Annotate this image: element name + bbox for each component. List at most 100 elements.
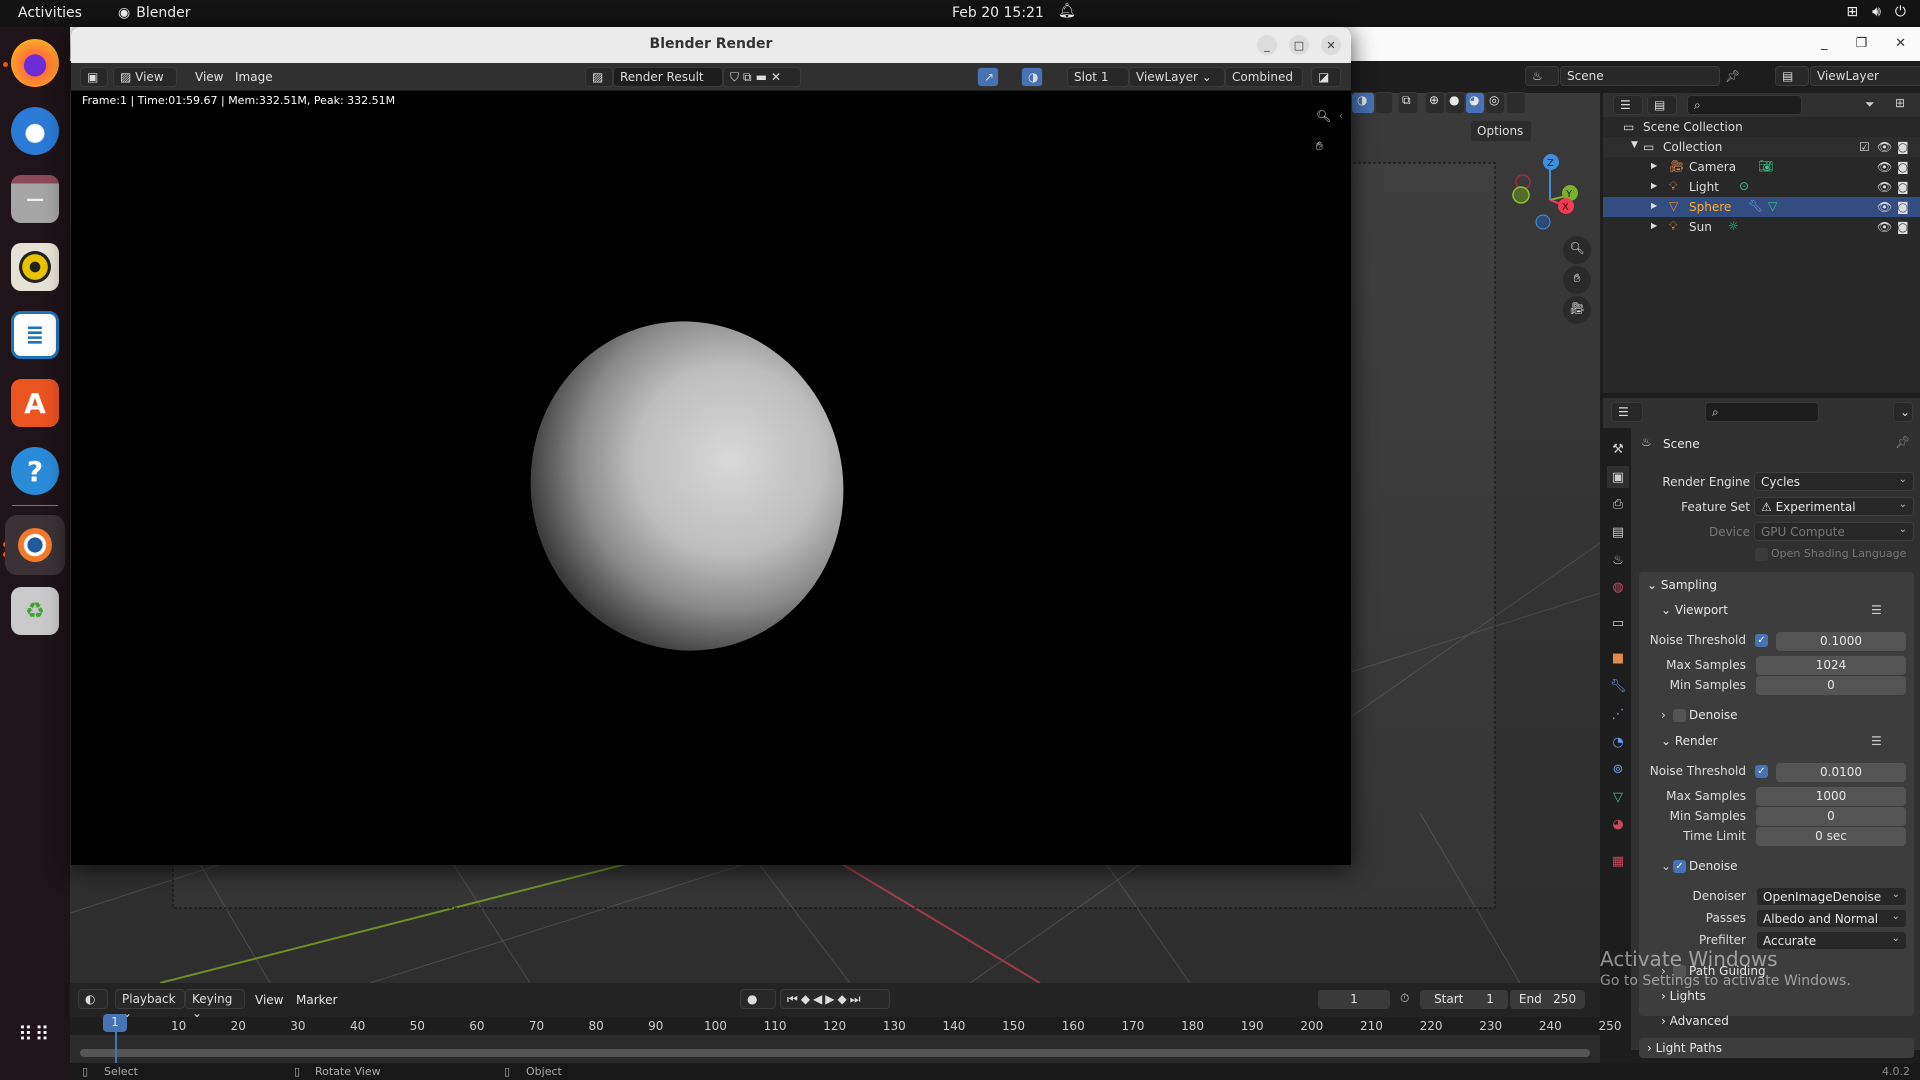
- visibility-eye-icon[interactable]: 👁︎: [1877, 140, 1892, 154]
- tab-collection[interactable]: ▭: [1607, 612, 1629, 634]
- tab-world[interactable]: ◍: [1607, 576, 1629, 598]
- playback-controls[interactable]: ⏮◆◀▶◆⏭: [780, 989, 890, 1009]
- tab-constraints[interactable]: ⊚: [1607, 758, 1629, 780]
- show-apps-button[interactable]: ⠿⠿: [18, 1024, 54, 1044]
- slot-dropdown[interactable]: Slot 1 ⌄: [1067, 67, 1129, 98]
- passes-dropdown[interactable]: Albedo and Normal ⌄: [1756, 909, 1907, 928]
- image-actions[interactable]: ⛉⧉▬✕: [723, 67, 801, 87]
- visibility-eye-icon[interactable]: 👁︎: [1877, 200, 1892, 214]
- shading-material[interactable]: ◕: [1465, 92, 1485, 114]
- filter-icon[interactable]: ⏷: [1865, 97, 1875, 112]
- minimize-button[interactable]: _: [1821, 36, 1828, 51]
- tab-texture[interactable]: ▦: [1607, 850, 1629, 872]
- chevron-right-icon[interactable]: ›: [1661, 708, 1666, 722]
- viewport-min-samples-field[interactable]: 0: [1756, 676, 1906, 695]
- sidebar-toggle-icon[interactable]: ‹: [1339, 111, 1343, 122]
- tab-data[interactable]: ▽: [1607, 786, 1629, 808]
- current-frame-field[interactable]: 1: [1318, 990, 1390, 1009]
- dock-blender[interactable]: [5, 515, 65, 575]
- light-paths-header[interactable]: › Light Paths: [1647, 1041, 1722, 1055]
- activities-button[interactable]: Activities: [18, 5, 82, 21]
- render-subpanel-header[interactable]: ⌄ Render: [1661, 734, 1718, 748]
- viewport-max-samples-field[interactable]: 1024: [1756, 656, 1906, 675]
- dock-writer[interactable]: ≣: [11, 311, 59, 359]
- shading-dropdown[interactable]: [1506, 92, 1526, 114]
- tab-object[interactable]: ■: [1607, 647, 1629, 669]
- image-name-field[interactable]: Render Result: [613, 67, 723, 87]
- marker-menu[interactable]: Marker: [296, 993, 337, 1007]
- pin-icon[interactable]: 📌︎: [1895, 435, 1910, 449]
- dock-rhythmbox[interactable]: [11, 243, 59, 291]
- tab-scene[interactable]: ♨: [1607, 549, 1629, 571]
- dock-app-center[interactable]: A: [11, 379, 59, 427]
- start-frame-field[interactable]: Start 1: [1420, 990, 1508, 1009]
- modifier-wrench-icon[interactable]: 🔧︎: [1748, 199, 1763, 213]
- render-camera-icon[interactable]: ◙: [1897, 200, 1909, 214]
- tab-physics[interactable]: ◔: [1607, 731, 1629, 753]
- render-canvas[interactable]: Frame:1 | Time:01:59.67 | Mem:332.51M, P…: [71, 91, 1351, 865]
- browse-image-button[interactable]: ▨: [585, 67, 613, 87]
- scene-name-field[interactable]: Scene: [1560, 66, 1720, 86]
- shading-wireframe[interactable]: ⊕: [1425, 92, 1445, 114]
- xray-toggle[interactable]: ⧉: [1398, 92, 1418, 114]
- pin-icon[interactable]: 📌︎: [1725, 69, 1740, 83]
- gizmo-toggle[interactable]: ↗: [977, 67, 999, 87]
- playhead[interactable]: 1: [103, 1014, 127, 1032]
- pan-button[interactable]: ✋︎: [1563, 266, 1591, 294]
- outliner-collection[interactable]: ▼ ▭ Collection ☑ 👁︎ ◙: [1603, 137, 1920, 157]
- render-camera-icon[interactable]: ◙: [1897, 220, 1909, 234]
- outliner-search-input[interactable]: ⌕: [1687, 95, 1802, 115]
- tab-output[interactable]: ⎙: [1607, 493, 1629, 515]
- render-camera-icon[interactable]: ◙: [1897, 180, 1909, 194]
- editor-type-button[interactable]: ☰: [1611, 402, 1643, 422]
- tab-tool[interactable]: ⚒: [1607, 438, 1629, 460]
- image-menu[interactable]: Image: [235, 70, 273, 84]
- editor-type-button[interactable]: ◐: [78, 989, 108, 1009]
- viewlayer-selector-button[interactable]: ▤: [1775, 66, 1809, 86]
- zoom-button[interactable]: 🔍︎: [1563, 236, 1591, 264]
- zoom-icon[interactable]: 🔍︎: [1316, 109, 1331, 123]
- mesh-data-icon[interactable]: ▽: [1768, 199, 1777, 213]
- outliner-item-camera[interactable]: ▶ 🎥︎ Camera 📷︎ 👁︎ ◙: [1603, 157, 1920, 177]
- outliner-scene-collection[interactable]: ▭ Scene Collection: [1603, 117, 1920, 137]
- dock-files[interactable]: —: [11, 175, 59, 223]
- playback-menu[interactable]: Playback ⌄: [115, 989, 185, 1020]
- render-camera-icon[interactable]: ◙: [1897, 140, 1909, 154]
- osl-checkbox[interactable]: [1755, 548, 1768, 561]
- properties-search-input[interactable]: ⌕: [1705, 402, 1819, 422]
- viewport-noise-threshold-checkbox[interactable]: ✓: [1755, 634, 1768, 647]
- device-dropdown[interactable]: GPU Compute ⌄: [1754, 522, 1914, 541]
- close-button[interactable]: ✕: [1895, 36, 1906, 51]
- tab-view-layer[interactable]: ▤: [1607, 521, 1629, 543]
- stopwatch-icon[interactable]: ⏱: [1400, 991, 1409, 1006]
- viewport-denoise-checkbox[interactable]: [1673, 709, 1686, 722]
- minimize-button[interactable]: _: [1257, 35, 1277, 55]
- auto-keying-button[interactable]: ●: [740, 989, 776, 1009]
- view-layer-dropdown[interactable]: ViewLayer ⌄: [1129, 67, 1225, 87]
- render-camera-icon[interactable]: ◙: [1897, 160, 1909, 174]
- editor-type-button[interactable]: ▣: [80, 67, 108, 87]
- options-dropdown[interactable]: ⌄: [1893, 402, 1913, 422]
- camera-data-icon[interactable]: 📷︎: [1758, 159, 1773, 173]
- outliner-item-sun[interactable]: ▶ 💡︎ Sun ☼ 👁︎ ◙: [1603, 217, 1920, 237]
- view-menu[interactable]: View: [195, 70, 223, 84]
- render-min-samples-field[interactable]: 0: [1756, 807, 1906, 826]
- denoiser-dropdown[interactable]: OpenImageDenoise ⌄: [1756, 887, 1907, 906]
- dock-firefox[interactable]: [11, 39, 59, 87]
- overlay-toggle[interactable]: ◑: [1021, 67, 1043, 87]
- light-data-icon[interactable]: ⊙: [1739, 179, 1749, 193]
- sun-data-icon[interactable]: ☼: [1728, 219, 1739, 233]
- render-engine-dropdown[interactable]: Cycles ⌄: [1754, 472, 1914, 491]
- sampling-header[interactable]: ⌄ Sampling: [1647, 578, 1717, 592]
- filter-layer-button[interactable]: ▤: [1647, 95, 1677, 115]
- dock-thunderbird[interactable]: [11, 107, 59, 155]
- hand-icon[interactable]: ✋︎: [1316, 139, 1323, 154]
- tab-material[interactable]: ◕: [1607, 813, 1629, 835]
- shading-solid[interactable]: ●: [1445, 92, 1465, 114]
- close-button[interactable]: ✕: [1321, 35, 1341, 55]
- render-pass-dropdown[interactable]: Combined ⌄: [1225, 67, 1303, 98]
- time-limit-field[interactable]: 0 sec: [1756, 827, 1906, 846]
- options-dropdown[interactable]: Options: [1470, 120, 1532, 142]
- clock[interactable]: Feb 20 15:21: [952, 5, 1044, 21]
- advanced-subpanel-header[interactable]: › Advanced: [1661, 1014, 1729, 1028]
